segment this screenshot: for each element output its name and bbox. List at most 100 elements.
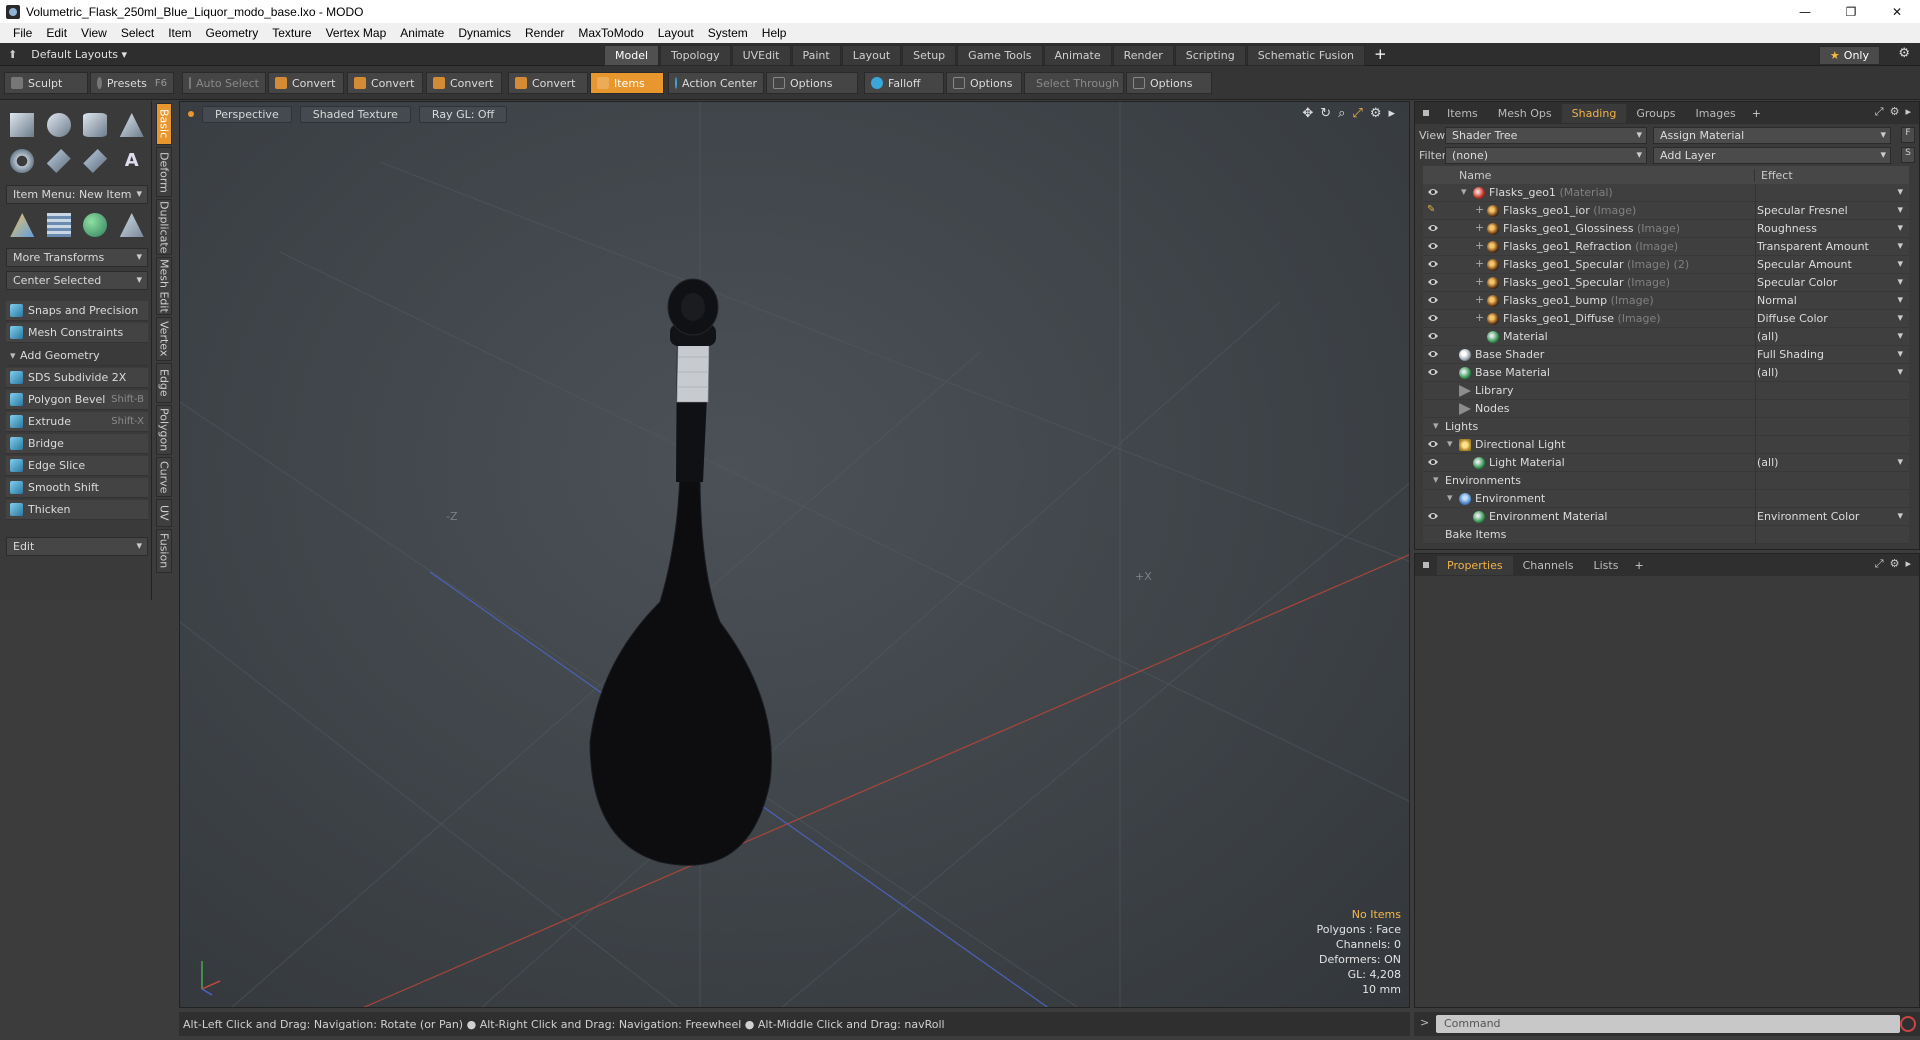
viewport-gear-icon[interactable]: ⚙ bbox=[1370, 106, 1382, 121]
visibility-eye-icon[interactable] bbox=[1427, 439, 1439, 449]
properties-gear-icon[interactable]: ⚙ bbox=[1890, 557, 1900, 571]
view-dropdown[interactable]: Shader Tree bbox=[1445, 126, 1647, 144]
vtab-deform[interactable]: Deform bbox=[156, 147, 172, 197]
center-selected-dropdown[interactable]: Center Selected bbox=[6, 271, 148, 290]
command-arrow-icon[interactable]: > bbox=[1420, 1016, 1429, 1029]
tab-setup[interactable]: Setup bbox=[902, 45, 957, 66]
rotate-icon[interactable]: ↻ bbox=[1320, 106, 1331, 121]
convert-button-2[interactable]: Convert bbox=[347, 72, 423, 94]
record-icon[interactable] bbox=[1900, 1016, 1916, 1032]
visibility-eye-icon[interactable] bbox=[1427, 511, 1439, 521]
collapse-arrow-icon[interactable]: ⬆ bbox=[8, 48, 17, 61]
row-effect[interactable]: (all) bbox=[1757, 455, 1907, 469]
tab-render[interactable]: Render bbox=[1112, 45, 1174, 66]
f-button[interactable]: F bbox=[1901, 127, 1915, 143]
row-effect[interactable]: Roughness bbox=[1757, 221, 1907, 235]
text-tool-icon[interactable]: A bbox=[120, 149, 144, 173]
row-effect[interactable]: Normal bbox=[1757, 293, 1907, 307]
shader-tree-row[interactable]: + Flasks_geo1_Refraction (Image) Transpare… bbox=[1423, 238, 1909, 256]
menu-file[interactable]: File bbox=[6, 26, 39, 40]
minimize-button[interactable]: — bbox=[1782, 0, 1828, 23]
tab-paint[interactable]: Paint bbox=[791, 45, 841, 66]
shader-tree-row[interactable]: ▾ Directional Light bbox=[1423, 436, 1909, 454]
visibility-eye-icon[interactable] bbox=[1427, 277, 1439, 287]
tool-smooth-shift[interactable]: Smooth Shift bbox=[6, 478, 148, 498]
panel-arrow-icon[interactable]: ▸ bbox=[1905, 105, 1911, 119]
menu-texture[interactable]: Texture bbox=[265, 26, 318, 40]
properties-arrow-icon[interactable]: ▸ bbox=[1905, 557, 1911, 571]
vtab-duplicate[interactable]: Duplicate bbox=[156, 199, 172, 255]
visibility-eye-icon[interactable] bbox=[1427, 457, 1439, 467]
tab-images[interactable]: Images bbox=[1686, 104, 1746, 123]
vtab-vertex[interactable]: Vertex bbox=[156, 317, 172, 361]
globe-icon[interactable] bbox=[83, 213, 108, 237]
select-options-button[interactable]: Options bbox=[1126, 72, 1212, 94]
menu-select[interactable]: Select bbox=[114, 26, 161, 40]
vtab-curve[interactable]: Curve bbox=[156, 457, 172, 497]
visibility-eye-icon[interactable] bbox=[1427, 349, 1439, 359]
row-effect[interactable]: Specular Amount bbox=[1757, 257, 1907, 271]
default-layouts-dropdown[interactable]: Default Layouts ▾ bbox=[31, 48, 127, 61]
expand-panel-icon[interactable]: ⤢ bbox=[1875, 105, 1884, 119]
ray-gl-button[interactable]: Ray GL: Off bbox=[418, 105, 508, 123]
gear-icon[interactable]: ⚙ bbox=[1898, 46, 1910, 61]
edit-dropdown[interactable]: Edit bbox=[6, 537, 148, 556]
visibility-eye-icon[interactable] bbox=[1427, 295, 1439, 305]
menu-geometry[interactable]: Geometry bbox=[199, 26, 266, 40]
sphere-icon[interactable] bbox=[46, 113, 71, 137]
panel-gear-icon[interactable]: ⚙ bbox=[1890, 105, 1900, 119]
view-type-button[interactable]: Perspective bbox=[202, 105, 292, 123]
restore-button[interactable]: ❐ bbox=[1828, 0, 1874, 23]
close-button[interactable]: ✕ bbox=[1874, 0, 1920, 23]
shader-tree-row[interactable]: + Flasks_geo1_Glossiness (Image) Roughness bbox=[1423, 220, 1909, 238]
s-button[interactable]: S bbox=[1901, 147, 1915, 163]
falloff-options-button[interactable]: Options bbox=[946, 72, 1022, 94]
shader-tree-row[interactable]: Base Shader Full Shading bbox=[1423, 346, 1909, 364]
tab-mesh-ops[interactable]: Mesh Ops bbox=[1488, 104, 1562, 123]
shader-tree-row[interactable]: Material (all) bbox=[1423, 328, 1909, 346]
vtab-fusion[interactable]: Fusion bbox=[156, 529, 172, 573]
tool-thicken[interactable]: Thicken bbox=[6, 500, 148, 520]
expand-toggle-icon[interactable]: + bbox=[1475, 221, 1484, 234]
shader-tree-row[interactable]: ▾ Lights bbox=[1423, 418, 1909, 436]
menu-dynamics[interactable]: Dynamics bbox=[451, 26, 518, 40]
pan-icon[interactable]: ✥ bbox=[1302, 106, 1313, 121]
add-layer-dropdown[interactable]: Add Layer bbox=[1653, 146, 1891, 164]
maximize-icon[interactable]: ⤢ bbox=[1352, 106, 1362, 121]
row-effect[interactable]: Transparent Amount bbox=[1757, 239, 1907, 253]
vtab-polygon[interactable]: Polygon bbox=[156, 405, 172, 455]
expand-toggle-icon[interactable]: ▾ bbox=[1461, 185, 1467, 198]
menu-item[interactable]: Item bbox=[161, 26, 198, 40]
shader-tree-row[interactable]: ✎ + Flasks_geo1_ior (Image) Specular Fresne… bbox=[1423, 202, 1909, 220]
items-mode-button[interactable]: Items bbox=[590, 72, 664, 94]
menu-edit[interactable]: Edit bbox=[39, 26, 74, 40]
menu-layout[interactable]: Layout bbox=[651, 26, 701, 40]
shader-tree-row[interactable]: ▾ Flasks_geo1 (Material) bbox=[1423, 184, 1909, 202]
torus-icon[interactable] bbox=[10, 149, 35, 173]
3d-viewport[interactable]: -Z +X Perspective Shaded Texture Ray GL:… bbox=[179, 101, 1410, 1008]
add-tab-button[interactable]: + bbox=[1366, 45, 1395, 66]
shader-tree-row[interactable]: ▾ Environments bbox=[1423, 472, 1909, 490]
action-center-options-button[interactable]: Options bbox=[766, 72, 858, 94]
visibility-eye-icon[interactable] bbox=[1427, 241, 1439, 251]
shading-mode-button[interactable]: Shaded Texture bbox=[299, 105, 411, 123]
tab-groups[interactable]: Groups bbox=[1626, 104, 1685, 123]
tab-channels[interactable]: Channels bbox=[1513, 556, 1584, 575]
menu-render[interactable]: Render bbox=[518, 26, 571, 40]
add-properties-tab-button[interactable]: + bbox=[1628, 559, 1649, 572]
shader-tree-row[interactable]: + Flasks_geo1_Diffuse (Image) Diffuse Colo… bbox=[1423, 310, 1909, 328]
tab-items[interactable]: Items bbox=[1437, 104, 1488, 123]
mesh-constraints-button[interactable]: Mesh Constraints bbox=[6, 323, 148, 343]
convert-button-3[interactable]: Convert bbox=[426, 72, 502, 94]
vtab-uv[interactable]: UV bbox=[156, 499, 172, 527]
shader-tree-row[interactable]: + Flasks_geo1_Specular (Image) Specular Co… bbox=[1423, 274, 1909, 292]
tab-layout[interactable]: Layout bbox=[841, 45, 902, 66]
shader-tree-row[interactable]: + Flasks_geo1_Specular (Image) (2) Specula… bbox=[1423, 256, 1909, 274]
action-center-button[interactable]: Action Center bbox=[668, 72, 764, 94]
shader-tree-row[interactable]: Library bbox=[1423, 382, 1909, 400]
properties-menu-dot[interactable] bbox=[1423, 562, 1429, 568]
falloff-button[interactable]: Falloff bbox=[864, 72, 944, 94]
tool-edge-slice[interactable]: Edge Slice bbox=[6, 456, 148, 476]
tab-topology[interactable]: Topology bbox=[660, 45, 731, 66]
tab-game-tools[interactable]: Game Tools bbox=[957, 45, 1043, 66]
